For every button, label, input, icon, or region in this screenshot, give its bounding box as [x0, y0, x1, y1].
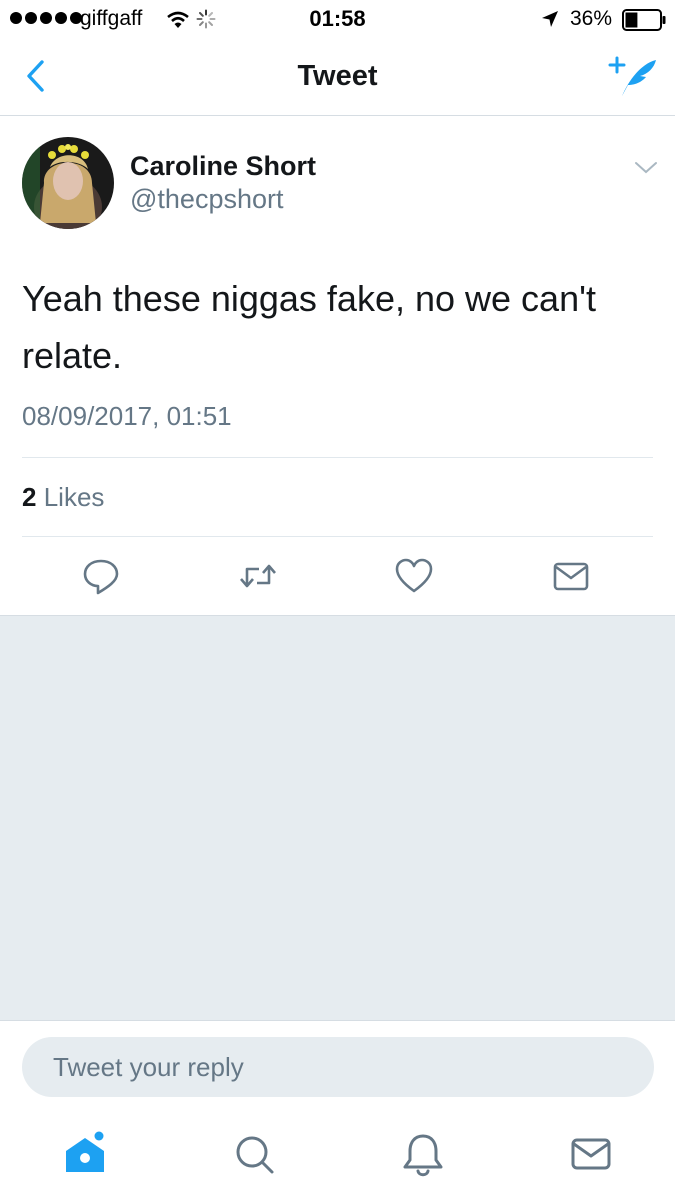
- status-bar: giffgaff 01:58 36%: [0, 0, 675, 40]
- divider: [22, 457, 653, 458]
- tab-notifications[interactable]: [398, 1130, 448, 1180]
- direct-message-icon: [553, 562, 589, 591]
- author-handle[interactable]: @thecpshort: [130, 184, 283, 215]
- navigation-bar: Tweet: [0, 40, 675, 116]
- direct-message-button[interactable]: [551, 556, 591, 596]
- tweet-detail-screen: giffgaff 01:58 36% Tweet Caroline Short …: [0, 0, 675, 1200]
- divider: [22, 536, 653, 537]
- author-avatar[interactable]: [22, 137, 114, 229]
- likes-count[interactable]: 2 Likes: [22, 482, 104, 513]
- tweet-text: Yeah these niggas fake, no we can't rela…: [22, 278, 596, 376]
- author-name[interactable]: Caroline Short: [130, 151, 316, 182]
- compose-tweet-icon: [608, 56, 656, 96]
- likes-number: 2: [22, 482, 37, 512]
- profile-photo: [22, 137, 114, 229]
- tab-search[interactable]: [230, 1130, 280, 1180]
- compose-tweet-button[interactable]: [604, 54, 660, 102]
- battery-icon: [622, 9, 666, 31]
- likes-label: Likes: [43, 482, 105, 512]
- location-arrow-icon: [542, 11, 558, 27]
- messages-icon: [571, 1138, 611, 1170]
- like-button[interactable]: [394, 556, 434, 596]
- chevron-down-icon: [635, 162, 657, 174]
- retweet-button[interactable]: [238, 556, 278, 596]
- search-icon: [236, 1136, 274, 1174]
- retweet-icon: [240, 564, 276, 588]
- reply-input[interactable]: Tweet your reply: [22, 1037, 654, 1097]
- reply-icon: [83, 559, 119, 595]
- replies-area: [0, 615, 675, 1021]
- notifications-icon: [403, 1134, 443, 1177]
- battery-percentage: 36%: [570, 7, 613, 30]
- tweet-timestamp: 08/09/2017, 01:51: [22, 401, 232, 431]
- tab-home[interactable]: [62, 1130, 112, 1180]
- reply-button[interactable]: [81, 556, 121, 596]
- like-icon: [395, 558, 433, 593]
- tab-messages[interactable]: [567, 1130, 617, 1180]
- page-title: Tweet: [297, 60, 378, 92]
- tweet-options-button[interactable]: [632, 155, 660, 179]
- home-icon: [66, 1131, 104, 1172]
